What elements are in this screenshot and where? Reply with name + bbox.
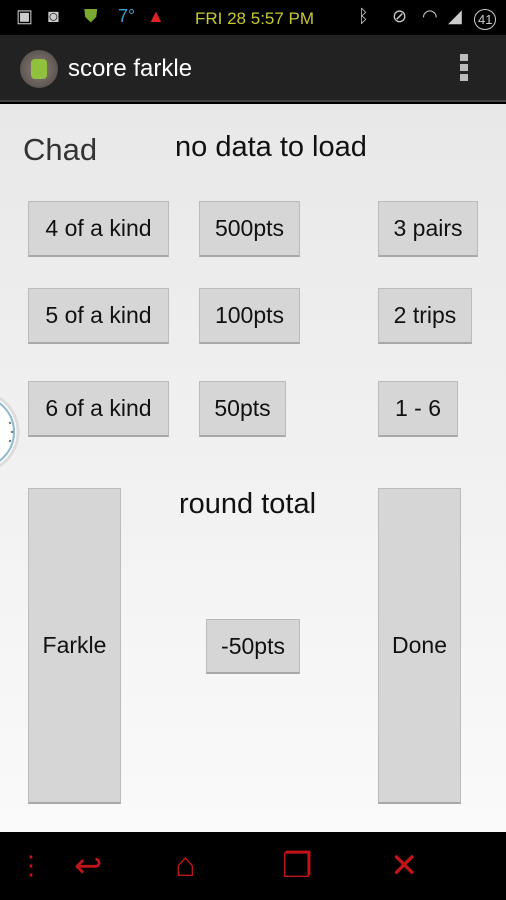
100pts-button[interactable]: 100pts — [199, 288, 300, 344]
clock: FRI 28 5:57 PM — [195, 9, 315, 28]
gallery-icon: ▣ — [16, 6, 34, 26]
battery-icon: 41 — [474, 9, 497, 30]
done-button[interactable]: Done — [378, 488, 461, 804]
mute-icon: ⊘ — [392, 6, 408, 26]
three-pairs-button[interactable]: 3 pairs — [378, 201, 478, 257]
clock-widget[interactable] — [0, 387, 20, 477]
recent-apps-icon[interactable]: ❐ — [282, 846, 312, 886]
app-icon[interactable] — [20, 50, 58, 88]
overflow-menu-icon[interactable] — [460, 54, 468, 84]
main-content: Chad no data to load 4 of a kind 500pts … — [0, 104, 506, 832]
bluetooth-icon: ᛒ — [358, 6, 369, 26]
five-of-a-kind-button[interactable]: 5 of a kind — [28, 288, 169, 344]
status-message: no data to load — [175, 131, 367, 163]
four-of-a-kind-button[interactable]: 4 of a kind — [28, 201, 169, 257]
home-icon[interactable]: ⌂ — [175, 846, 196, 885]
farkle-button[interactable]: Farkle — [28, 488, 121, 804]
app-title: score farkle — [68, 55, 193, 82]
round-total-label: round total — [179, 488, 317, 520]
camera-icon: ◙ — [48, 6, 59, 26]
one-to-six-button[interactable]: 1 - 6 — [378, 381, 458, 437]
menu-icon[interactable]: ⋮ — [18, 850, 44, 881]
battery-shield-icon: ⛊ — [84, 6, 98, 26]
wifi-icon: ◠ — [422, 6, 438, 26]
six-of-a-kind-button[interactable]: 6 of a kind — [28, 381, 169, 437]
status-bar: ▣ ◙ ⛊ 7° ▲ FRI 28 5:57 PM ᛒ ⊘ ◠ ◢ 41 — [0, 0, 506, 35]
signal-icon: ◢ — [448, 6, 462, 26]
temperature: 7° — [118, 6, 136, 26]
player-name: Chad — [23, 132, 98, 167]
action-bar: score farkle — [0, 35, 506, 102]
close-icon[interactable]: ✕ — [390, 846, 419, 886]
50pts-button[interactable]: 50pts — [199, 381, 286, 437]
500pts-button[interactable]: 500pts — [199, 201, 300, 257]
two-trips-button[interactable]: 2 trips — [378, 288, 472, 344]
back-icon[interactable]: ↩ — [74, 846, 103, 886]
warning-icon: ▲ — [147, 6, 165, 26]
minus-50pts-button[interactable]: -50pts — [206, 619, 300, 674]
navigation-bar: ⋮ ↩ ⌂ ❐ ✕ — [0, 832, 506, 900]
